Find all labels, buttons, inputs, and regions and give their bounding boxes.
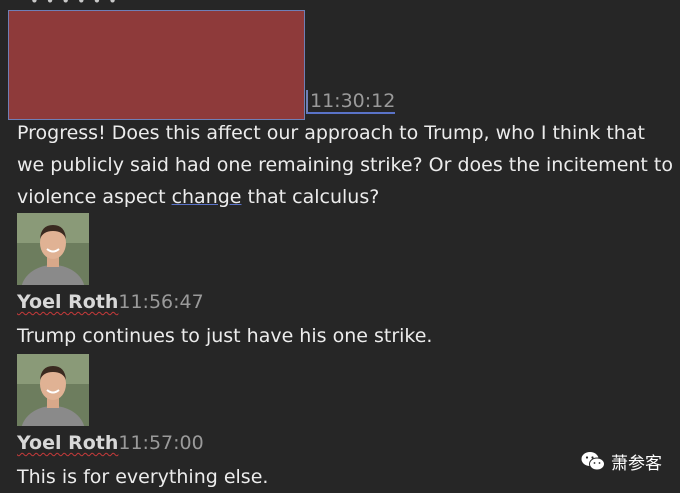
sender-name[interactable]: Yoel Roth (17, 291, 118, 313)
watermark: 萧参客 (581, 449, 662, 474)
message-timestamp: 11:30:12 (306, 90, 396, 114)
wechat-icon (581, 451, 605, 470)
redacted-sender-block (8, 10, 305, 120)
message-timestamp: 11:56:47 (118, 291, 204, 313)
sender-name[interactable]: Yoel Roth (17, 432, 118, 454)
avatar (17, 354, 89, 426)
watermark-text: 萧参客 (611, 454, 662, 474)
message-text: This is for everything else. (17, 466, 269, 488)
message-timestamp: 11:57:00 (118, 432, 204, 454)
message-text: Trump continues to just have his one str… (17, 325, 433, 347)
avatar (17, 213, 89, 285)
message-header: Yoel Roth11:57:00 (17, 432, 204, 454)
cut-off-header-text: • • • • • • (30, 0, 118, 10)
message-text: Progress! Does this affect our approach … (17, 117, 677, 213)
spellcheck-underlined-word: change (171, 186, 242, 208)
message-text-part: that calculus? (241, 186, 380, 208)
message-header: Yoel Roth11:56:47 (17, 291, 204, 313)
